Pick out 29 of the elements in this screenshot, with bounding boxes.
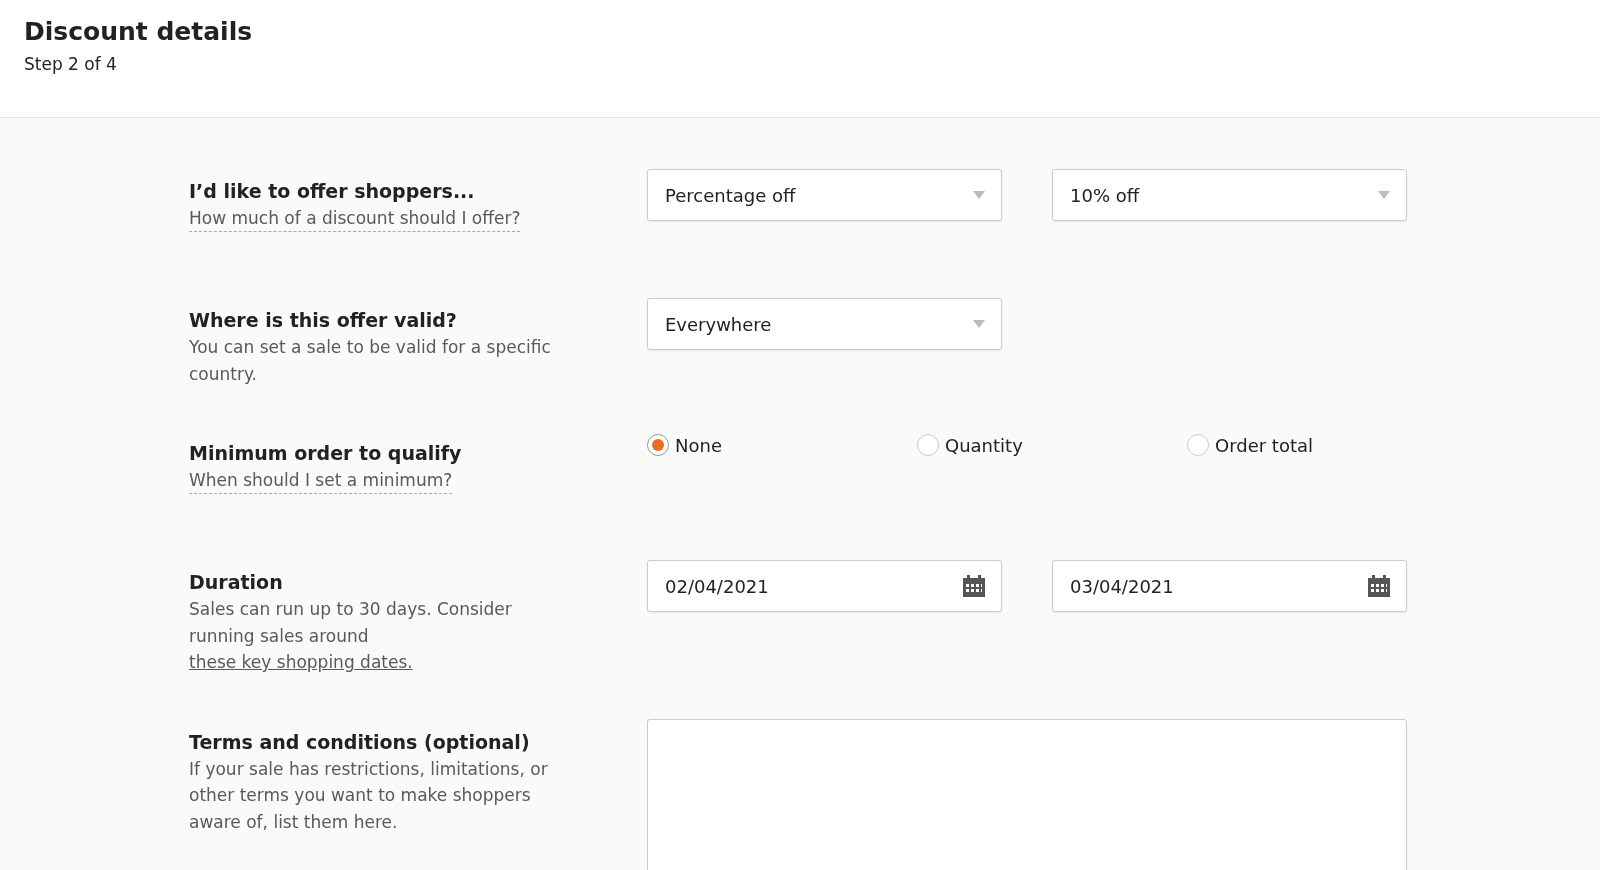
field-label: Duration [189, 570, 284, 595]
caret-icon [973, 191, 985, 199]
page-title: Discount details [24, 16, 254, 48]
calendar-icon[interactable] [1368, 575, 1390, 597]
dropdown[interactable]: 10% off [1052, 169, 1407, 221]
help-text: Sales can run up to 30 days. Consider running sales around these key shopping dates. [189, 598, 513, 674]
caret-icon [973, 320, 985, 328]
step-indicator: Step 2 of 4 [24, 54, 118, 74]
caret-icon [1378, 191, 1390, 199]
help-text: You can set a sale to be valid for a specific country. [189, 336, 552, 386]
radio-button[interactable] [647, 434, 669, 456]
help-link[interactable]: How much of a discount should I offer? [189, 205, 521, 232]
help-link[interactable]: When should I set a minimum? [189, 467, 453, 494]
dropdown[interactable]: Percentage off [647, 169, 1002, 221]
help-text: If your sale has restrictions, limitations, or other terms you want to make shoppers aware of, list them here. [189, 757, 549, 834]
shopping-dates-link[interactable]: these key shopping dates. [189, 652, 413, 672]
field-label: Where is this offer valid? [189, 308, 458, 333]
radio-button[interactable] [917, 434, 939, 456]
radio-label[interactable]: Quantity [945, 434, 1023, 456]
calendar-icon[interactable] [963, 575, 985, 597]
radio-label[interactable]: Order total [1215, 434, 1314, 456]
field-label: I’d like to offer shoppers... [189, 179, 476, 204]
field-label: Minimum order to qualify [189, 441, 463, 466]
date-field[interactable]: 02/04/2021 [647, 560, 1002, 612]
dropdown[interactable]: Everywhere [647, 298, 1002, 350]
date-field[interactable]: 03/04/2021 [1052, 560, 1407, 612]
radio-button[interactable] [1187, 434, 1209, 456]
field-label: Terms and conditions (optional) [189, 729, 531, 755]
radio-label[interactable]: None [675, 434, 722, 456]
